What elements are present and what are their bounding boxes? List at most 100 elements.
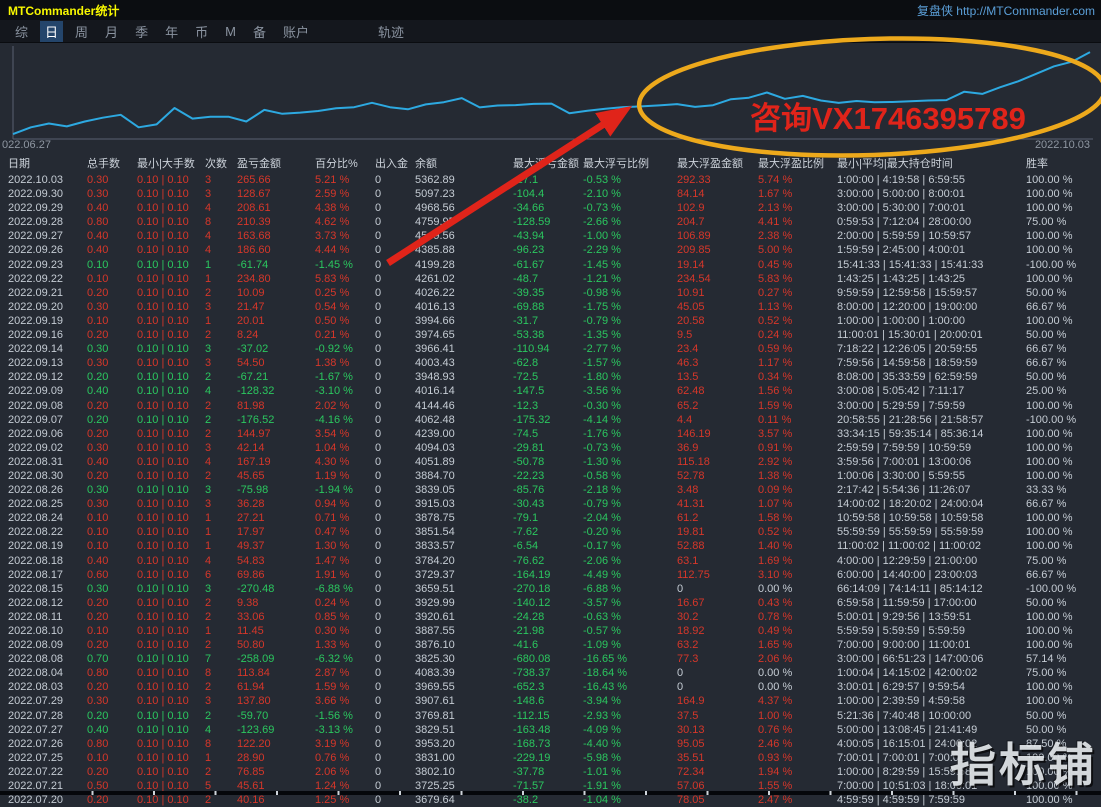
cell-max-float-loss-pct: -1.09 % [583, 639, 621, 652]
cell-max-float-profit: 41.31 [677, 498, 705, 511]
table-row[interactable]: 2022.08.12 0.20 0.10 | 0.10 2 9.38 0.24 % 0 392… [0, 596, 1101, 610]
cell-percent: -1.45 % [315, 258, 353, 271]
cell-max-float-loss: -104.4 [513, 188, 545, 201]
cell-max-float-loss: -168.73 [513, 737, 551, 750]
table-row[interactable]: 2022.09.12 0.20 0.10 | 0.10 2 -67.21 -1.67 % 0… [0, 370, 1101, 384]
cell-deposit-withdraw: 0 [375, 554, 382, 567]
table-row[interactable]: 2022.09.08 0.20 0.10 | 0.10 2 81.98 2.02 % 0 41… [0, 399, 1101, 413]
cell-percent: 1.30 % [315, 540, 350, 553]
table-row[interactable]: 2022.08.15 0.30 0.10 | 0.10 3 -270.48 -6.88 %… [0, 582, 1101, 596]
table-row[interactable]: 2022.09.19 0.10 0.10 | 0.10 1 20.01 0.50 % 0 39… [0, 314, 1101, 328]
cell-win-rate: 100.00 % [1026, 314, 1073, 327]
cell-count: 2 [205, 681, 212, 694]
cell-count: 4 [205, 455, 212, 468]
cell-percent: 4.30 % [315, 455, 350, 468]
menu-tab-trajectory[interactable]: 轨迹 [373, 21, 409, 42]
table-row[interactable]: 2022.09.23 0.10 0.10 | 0.10 1 -61.74 -1.45 % 0… [0, 258, 1101, 272]
table-row[interactable]: 2022.07.29 0.30 0.10 | 0.10 3 137.80 3.66 % 0 3… [0, 694, 1101, 708]
table-row[interactable]: 2022.09.28 0.80 0.10 | 0.10 8 210.39 4.62 % 0 4… [0, 215, 1101, 229]
table-row[interactable]: 2022.09.16 0.20 0.10 | 0.10 2 8.24 0.21 % 0 397… [0, 328, 1101, 342]
table-row[interactable]: 2022.09.21 0.20 0.10 | 0.10 2 10.09 0.25 % 0 40… [0, 286, 1101, 300]
cell-date: 2022.09.09 [8, 385, 64, 398]
cell-win-rate: 66.67 % [1026, 498, 1067, 511]
table-row[interactable]: 2022.08.25 0.30 0.10 | 0.10 3 36.28 0.94 % 0 39… [0, 497, 1101, 511]
cell-max-float-profit-pct: 0.24 % [758, 329, 793, 342]
table-row[interactable]: 2022.08.18 0.40 0.10 | 0.10 4 54.83 1.47 % 0 37… [0, 554, 1101, 568]
table-row[interactable]: 2022.09.09 0.40 0.10 | 0.10 4 -128.32 -3.10 %… [0, 384, 1101, 398]
table-row[interactable]: 2022.08.30 0.20 0.10 | 0.10 2 45.65 1.19 % 0 38… [0, 469, 1101, 483]
table-row[interactable]: 2022.09.13 0.30 0.10 | 0.10 3 54.50 1.38 % 0 40… [0, 356, 1101, 370]
cell-date: 2022.09.02 [8, 441, 64, 454]
table-row[interactable]: 2022.09.02 0.30 0.10 | 0.10 3 42.14 1.04 % 0 40… [0, 441, 1101, 455]
table-row[interactable]: 2022.09.30 0.30 0.10 | 0.10 3 128.67 2.59 % 0 5… [0, 187, 1101, 201]
menu-tab[interactable]: 年 [160, 21, 183, 42]
table-row[interactable]: 2022.08.08 0.70 0.10 | 0.10 7 -258.09 -6.32 %… [0, 652, 1101, 666]
cell-count: 4 [205, 554, 212, 567]
table-row[interactable]: 2022.08.11 0.20 0.10 | 0.10 2 33.06 0.85 % 0 39… [0, 610, 1101, 624]
cell-max-float-profit-pct: 3.57 % [758, 427, 793, 440]
cell-total-lots: 0.20 [87, 639, 109, 652]
table-row[interactable]: 2022.07.20 0.20 0.10 | 0.10 2 40.16 1.25 % 0 36… [0, 793, 1101, 807]
cell-max-float-loss: -30.43 [513, 498, 545, 511]
table-row[interactable]: 2022.07.28 0.20 0.10 | 0.10 2 -59.70 -1.56 % 0… [0, 709, 1101, 723]
table-row[interactable]: 2022.08.31 0.40 0.10 | 0.10 4 167.19 4.30 % 0 4… [0, 455, 1101, 469]
cell-hold-time: 5:21:36 | 7:40:48 | 10:00:00 [837, 709, 972, 722]
menu-tab[interactable]: 账户 [278, 21, 314, 42]
table-row[interactable]: 2022.10.03 0.30 0.10 | 0.10 3 265.66 5.21 % 0 5… [0, 173, 1101, 187]
table-row[interactable]: 2022.09.29 0.40 0.10 | 0.10 4 208.61 4.38 % 0 4… [0, 201, 1101, 215]
menu-tab[interactable]: 周 [70, 21, 93, 42]
table-row[interactable]: 2022.08.22 0.10 0.10 | 0.10 1 17.97 0.47 % 0 38… [0, 525, 1101, 539]
table-row[interactable]: 2022.07.26 0.80 0.10 | 0.10 8 122.20 3.19 % 0 3… [0, 737, 1101, 751]
menu-tab[interactable]: 日 [40, 20, 64, 42]
cell-pnl: 36.28 [237, 498, 265, 511]
table-row[interactable]: 2022.08.10 0.10 0.10 | 0.10 1 11.45 0.30 % 0 38… [0, 624, 1101, 638]
cell-win-rate: 100.00 % [1026, 469, 1073, 482]
cell-win-rate: 100.00 % [1026, 244, 1073, 257]
cell-date: 2022.07.26 [8, 737, 64, 750]
table-row[interactable]: 2022.07.22 0.20 0.10 | 0.10 2 76.85 2.06 % 0 38… [0, 765, 1101, 779]
cell-max-float-profit: 52.88 [677, 540, 705, 553]
table-row[interactable]: 2022.08.19 0.10 0.10 | 0.10 1 49.37 1.30 % 0 38… [0, 539, 1101, 553]
table-row[interactable]: 2022.09.26 0.40 0.10 | 0.10 4 186.60 4.44 % 0 4… [0, 243, 1101, 257]
cell-percent: 3.66 % [315, 695, 350, 708]
cell-win-rate: 100.00 % [1026, 230, 1073, 243]
cell-win-rate: 100.00 % [1026, 399, 1073, 412]
cell-deposit-withdraw: 0 [375, 174, 382, 186]
table-row[interactable]: 2022.07.25 0.10 0.10 | 0.10 1 28.90 0.76 % 0 38… [0, 751, 1101, 765]
table-row[interactable]: 2022.09.06 0.20 0.10 | 0.10 2 144.97 3.54 % 0 4… [0, 427, 1101, 441]
cell-total-lots: 0.30 [87, 498, 109, 511]
table-row[interactable]: 2022.08.03 0.20 0.10 | 0.10 2 61.94 1.59 % 0 39… [0, 680, 1101, 694]
menu-tab[interactable]: 综 [10, 21, 33, 42]
table-row[interactable]: 2022.09.07 0.20 0.10 | 0.10 2 -176.52 -4.16 %… [0, 413, 1101, 427]
menu-tab[interactable]: 币 [190, 21, 213, 42]
cell-min-max-lots: 0.10 | 0.10 [137, 357, 189, 370]
cell-count: 2 [205, 413, 212, 426]
menu-tab[interactable]: 季 [130, 21, 153, 42]
cell-max-float-loss: -61.67 [513, 258, 545, 271]
cell-max-float-profit: 36.9 [677, 441, 699, 454]
table-row[interactable]: 2022.08.04 0.80 0.10 | 0.10 8 113.84 2.87 % 0 4… [0, 666, 1101, 680]
table-row[interactable]: 2022.09.22 0.10 0.10 | 0.10 1 234.80 5.83 % 0 4… [0, 272, 1101, 286]
table-row[interactable]: 2022.08.26 0.30 0.10 | 0.10 3 -75.98 -1.94 % 0… [0, 483, 1101, 497]
cell-max-float-profit: 4.4 [677, 413, 693, 426]
brand-link[interactable]: 复盘侠 http://MTCommander.com [917, 2, 1095, 19]
cell-percent: -1.56 % [315, 709, 353, 722]
table-row[interactable]: 2022.09.27 0.40 0.10 | 0.10 4 163.68 3.73 % 0 4… [0, 229, 1101, 243]
table-row[interactable]: 2022.08.17 0.60 0.10 | 0.10 6 69.86 1.91 % 0 37… [0, 568, 1101, 582]
table-row[interactable]: 2022.08.09 0.20 0.10 | 0.10 2 50.80 1.33 % 0 38… [0, 638, 1101, 652]
cell-hold-time: 3:00:00 | 5:30:00 | 7:00:01 [837, 202, 966, 215]
cell-max-float-loss-pct: -1.75 % [583, 300, 621, 313]
cell-total-lots: 0.30 [87, 300, 109, 313]
cell-hold-time: 1:00:04 | 14:15:02 | 42:00:02 [837, 667, 978, 680]
menu-tab[interactable]: 备 [248, 21, 271, 42]
table-row[interactable]: 2022.09.20 0.30 0.10 | 0.10 3 21.47 0.54 % 0 40… [0, 300, 1101, 314]
table-row[interactable]: 2022.07.27 0.40 0.10 | 0.10 4 -123.69 -3.13 %… [0, 723, 1101, 737]
menu-tab[interactable]: 月 [100, 21, 123, 42]
cell-balance: 3887.55 [415, 625, 455, 637]
cell-max-float-loss: -270.18 [513, 582, 551, 595]
table-row[interactable]: 2022.08.24 0.10 0.10 | 0.10 1 27.21 0.71 % 0 38… [0, 511, 1101, 525]
cell-max-float-profit: 10.91 [677, 286, 705, 299]
cell-hold-time: 33:34:15 | 59:35:14 | 85:36:14 [837, 427, 984, 440]
table-row[interactable]: 2022.09.14 0.30 0.10 | 0.10 3 -37.02 -0.92 % 0… [0, 342, 1101, 356]
menu-tab[interactable]: M [220, 23, 241, 40]
